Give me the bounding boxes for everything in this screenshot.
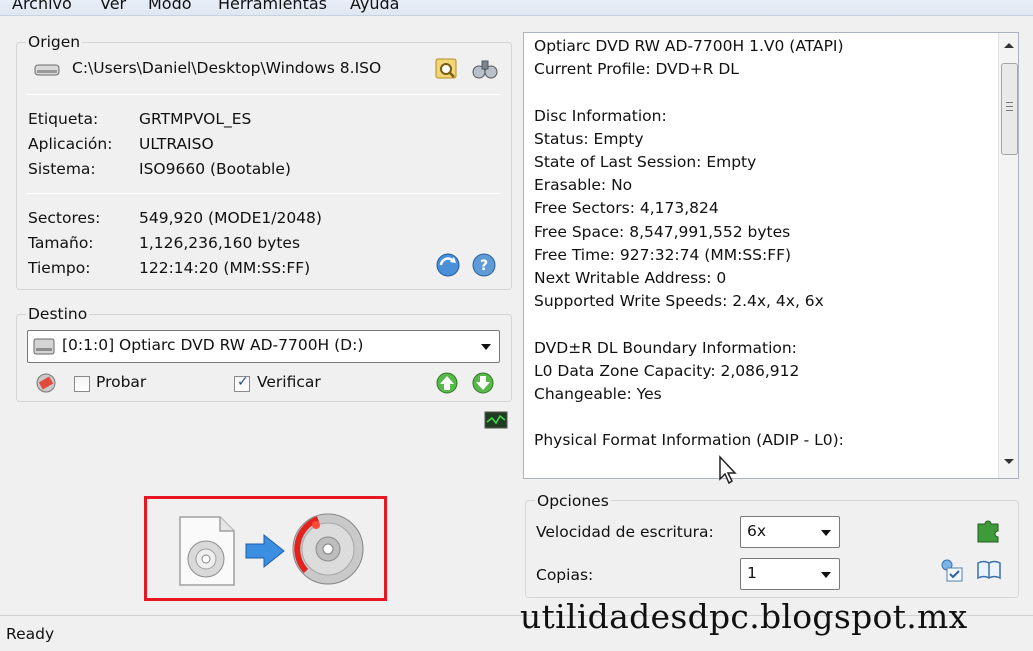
binoculars-icon[interactable]: [472, 57, 498, 85]
green-puzzle-icon[interactable]: [974, 516, 1002, 548]
probar-checkbox[interactable]: [74, 376, 90, 392]
iso-disc-icon: [176, 513, 238, 593]
menu-bar: Archivo Ver Modo Herramientas Ayuda: [0, 0, 1033, 16]
info-line: State of Last Session: Empty: [534, 153, 757, 171]
green-down-arrow-icon[interactable]: [471, 371, 495, 399]
menu-ver[interactable]: Ver: [100, 0, 126, 13]
info-line: Supported Write Speeds: 2.4x, 4x, 6x: [534, 292, 824, 311]
copies-value: 1: [747, 564, 757, 582]
info-line: Next Writable Address: 0: [534, 269, 727, 287]
destino-title: Destino: [26, 305, 90, 323]
label-sistema: Sistema:: [28, 160, 96, 178]
scroll-thumb[interactable]: [1001, 63, 1018, 155]
scroll-down-icon[interactable]: [1004, 459, 1014, 464]
svg-text:?: ?: [480, 258, 488, 274]
grip-line: [1006, 102, 1013, 103]
info-scrollbar[interactable]: [998, 33, 1018, 478]
check-icon: ✓: [237, 374, 249, 390]
info-line: Free Time: 927:32:74 (MM:SS:FF): [534, 245, 792, 264]
refresh-globe-icon[interactable]: [435, 252, 461, 282]
value-sistema: ISO9660 (Bootable): [139, 160, 291, 178]
value-tiempo: 122:14:20 (MM:SS:FF): [139, 259, 311, 277]
chevron-down-icon: [821, 530, 831, 536]
source-path: C:\Users\Daniel\Desktop\Windows 8.ISO: [72, 59, 382, 77]
drive-info-panel[interactable]: Optiarc DVD RW AD-7700H 1.V0 (ATAPI) Curr…: [523, 32, 1019, 479]
mouse-cursor-icon: [718, 455, 740, 489]
burning-disc-icon: [288, 509, 368, 593]
drive-icon: [32, 336, 58, 362]
menu-archivo[interactable]: Archivo: [12, 0, 72, 13]
opciones-title: Opciones: [535, 492, 611, 510]
copies-select[interactable]: 1: [740, 558, 840, 590]
menu-modo[interactable]: Modo: [148, 0, 192, 13]
info-line: Disc Information:: [534, 106, 667, 125]
label-aplicacion: Aplicación:: [28, 135, 113, 153]
burn-button[interactable]: [160, 505, 380, 595]
info-line: Free Sectors: 4,173,824: [534, 199, 719, 218]
info-line: Status: Empty: [534, 129, 644, 148]
verificar-label[interactable]: Verificar: [257, 373, 321, 391]
label-sectores: Sectores:: [28, 209, 101, 227]
verificar-checkbox[interactable]: ✓: [234, 374, 250, 392]
copies-label: Copias:: [536, 566, 594, 584]
value-etiqueta: GRTMPVOL_ES: [139, 110, 252, 128]
monitor-icon[interactable]: [484, 410, 508, 436]
menu-ayuda[interactable]: Ayuda: [350, 0, 399, 13]
destination-drive-value: [0:1:0] Optiarc DVD RW AD-7700H (D:): [62, 336, 364, 354]
scroll-up-icon[interactable]: [1004, 43, 1014, 48]
speed-label: Velocidad de escritura:: [536, 523, 714, 541]
watermark-text: utilidadesdpc.blogspot.mx: [520, 597, 968, 636]
probar-label[interactable]: Probar: [96, 373, 146, 391]
value-aplicacion: ULTRAISO: [139, 135, 214, 153]
book-icon[interactable]: [976, 559, 1002, 585]
info-line: L0 Data Zone Capacity: 2,086,912: [534, 361, 800, 380]
eraser-icon[interactable]: [34, 372, 58, 398]
green-up-arrow-icon[interactable]: [435, 371, 459, 399]
write-speed-select[interactable]: 6x: [740, 516, 840, 548]
info-line: DVD±R DL Boundary Information:: [534, 338, 797, 357]
label-tiempo: Tiempo:: [28, 259, 91, 277]
destination-drive-select[interactable]: [0:1:0] Optiarc DVD RW AD-7700H (D:): [27, 330, 500, 363]
origen-title: Origen: [26, 33, 83, 51]
help-globe-icon[interactable]: ?: [471, 252, 497, 282]
checklist-icon[interactable]: [940, 559, 966, 587]
origen-separator-1: [26, 94, 500, 95]
folder-search-icon[interactable]: [434, 57, 460, 85]
info-line: Optiarc DVD RW AD-7700H 1.V0 (ATAPI): [534, 37, 844, 55]
write-speed-value: 6x: [747, 522, 767, 540]
value-sectores: 549,920 (MODE1/2048): [139, 209, 322, 227]
label-tamano: Tamaño:: [28, 234, 94, 252]
status-text: Ready: [6, 625, 55, 643]
hard-drive-icon: [34, 62, 60, 82]
info-line: Changeable: Yes: [534, 385, 662, 403]
blue-arrow-icon: [244, 533, 286, 573]
menu-herramientas[interactable]: Herramientas: [218, 0, 327, 13]
value-tamano: 1,126,236,160 bytes: [139, 234, 301, 252]
chevron-down-icon: [821, 572, 831, 578]
info-line: Erasable: No: [534, 176, 633, 195]
info-line: Free Space: 8,547,991,552 bytes: [534, 222, 791, 241]
label-etiqueta: Etiqueta:: [28, 110, 99, 128]
chevron-down-icon: [481, 344, 491, 350]
info-line: Physical Format Information (ADIP - L0):: [534, 431, 844, 450]
origen-separator-2: [26, 193, 500, 194]
grip-line: [1006, 110, 1013, 111]
info-line: Current Profile: DVD+R DL: [534, 60, 739, 79]
grip-line: [1006, 106, 1013, 107]
